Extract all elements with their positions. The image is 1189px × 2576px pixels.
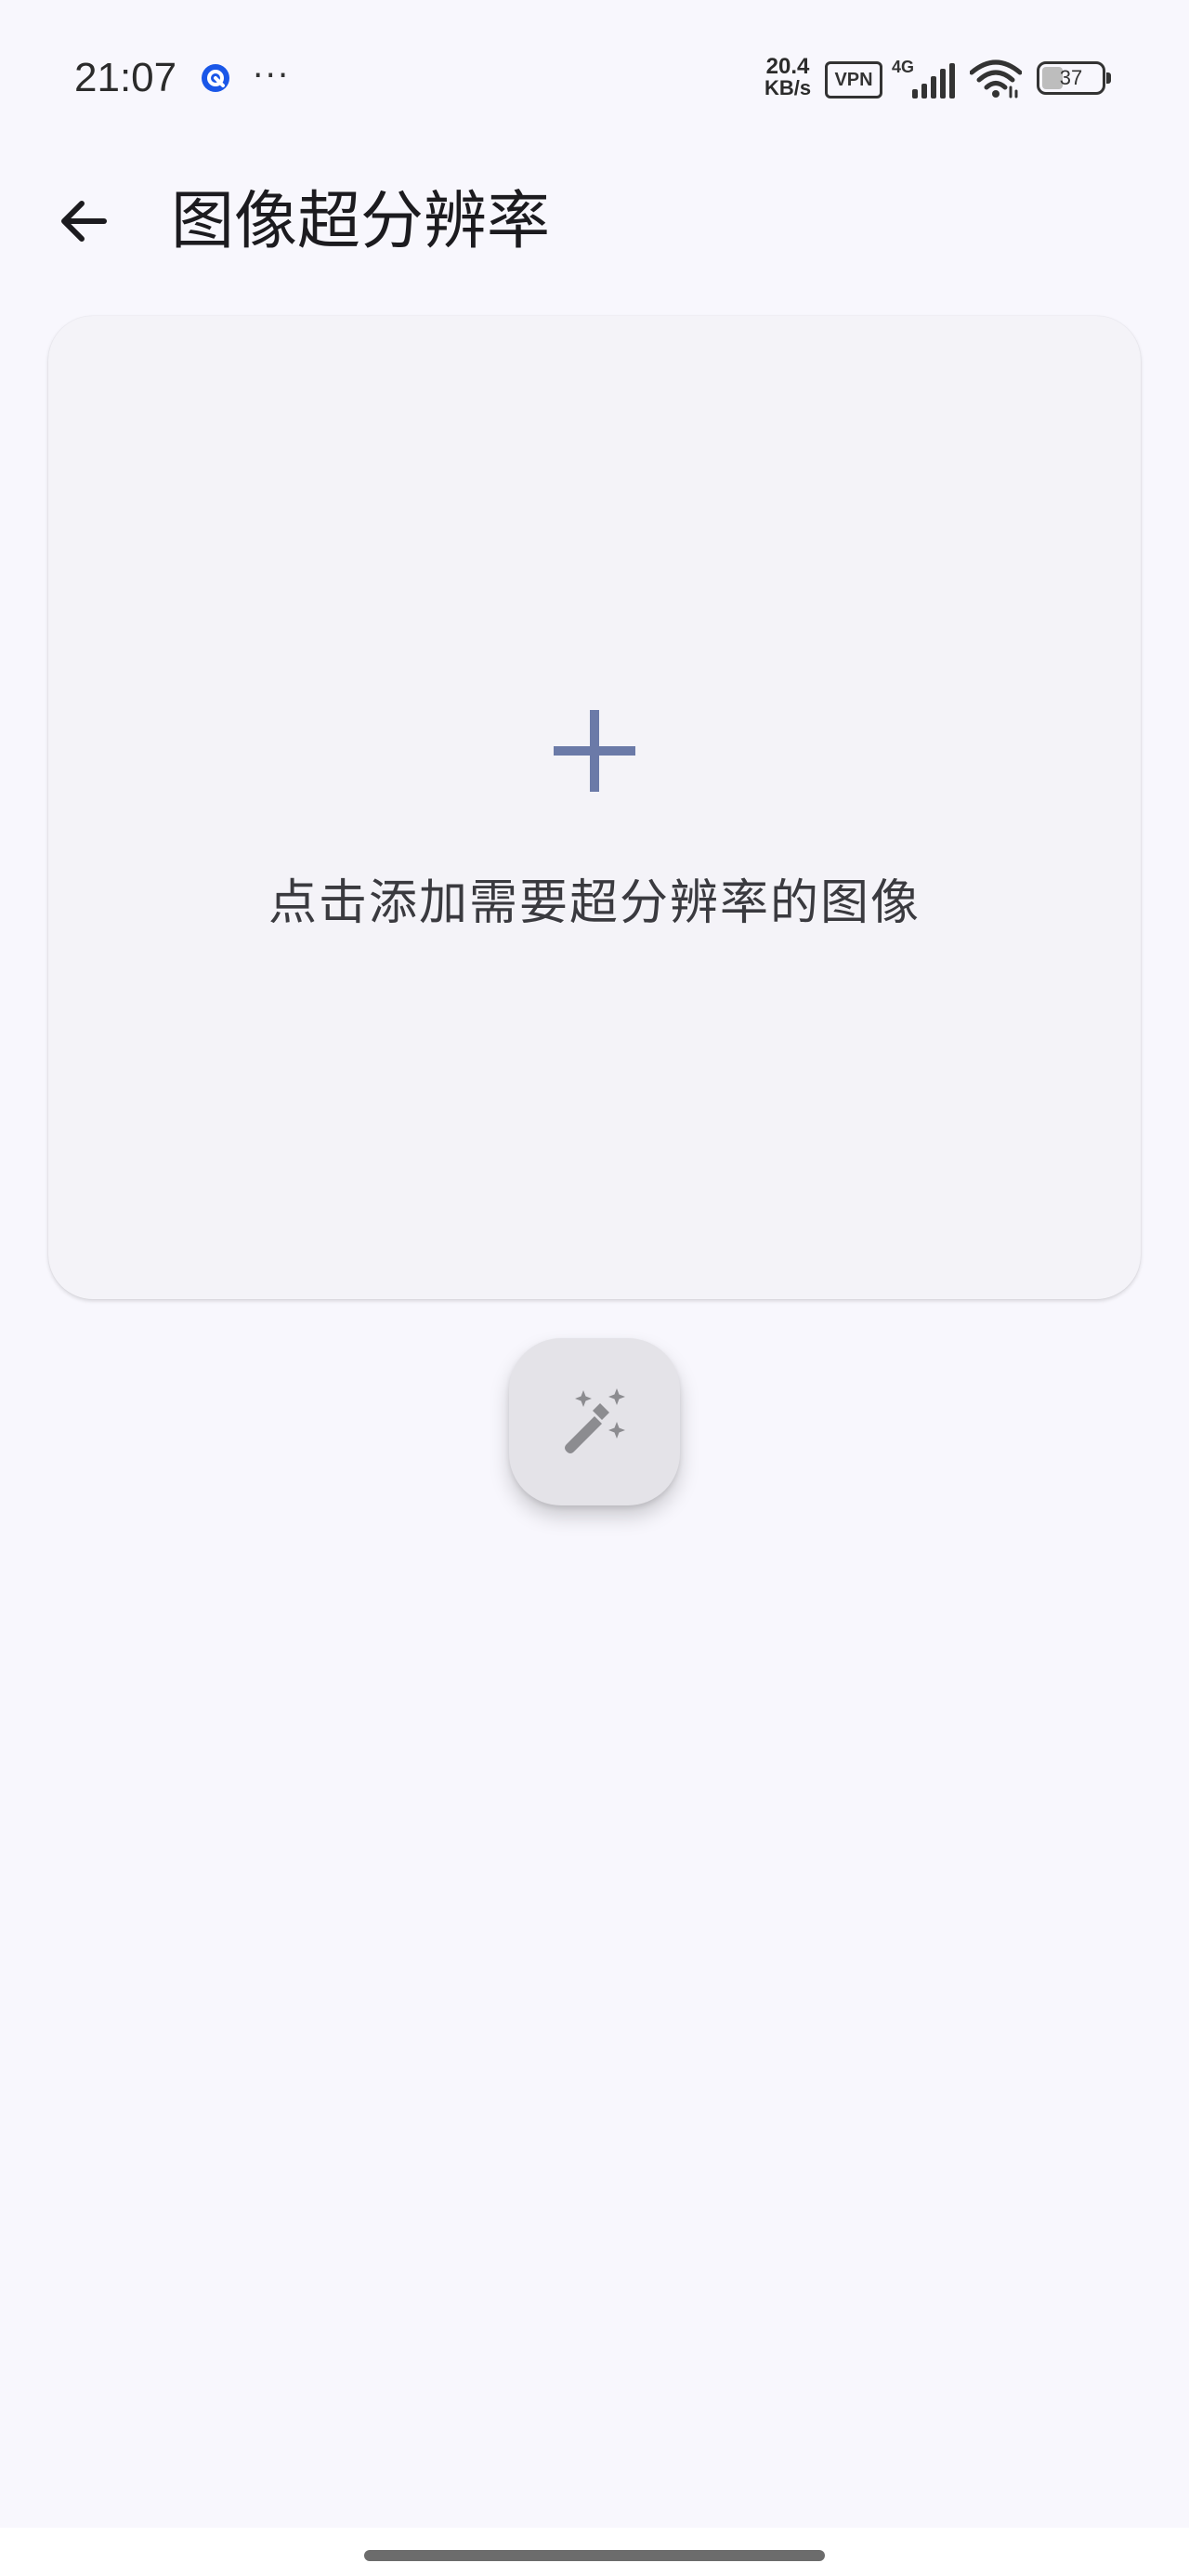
network-speed-unit: KB/s [764,76,812,99]
signal-icon [912,63,955,99]
arrow-back-icon [61,201,107,242]
gesture-navigation-area [0,2528,1189,2576]
add-image-card[interactable]: 点击添加需要超分辨率的图像 [48,316,1141,1299]
app-bar: 图像超分辨率 [0,149,1189,290]
cellular-status: 4G [892,58,959,100]
wifi-icon [969,59,1023,102]
battery-level: 37 [1059,66,1083,89]
status-bar: 21:07 ··· 20.4 KB/s VPN 4G 37 [0,0,1189,149]
vpn-badge: VPN [825,61,882,99]
app-notification-icon [201,63,230,97]
status-time: 21:07 [74,55,177,100]
magic-wand-icon [565,1388,625,1453]
add-icon [550,706,639,799]
gesture-handle[interactable] [364,2550,825,2561]
battery-icon: 37 [1037,61,1111,95]
network-speed: 20.4 KB/s [758,56,817,99]
upload-hint: 点击添加需要超分辨率的图像 [268,875,921,931]
network-speed-value: 20.4 [765,54,810,79]
enhance-button[interactable] [509,1338,680,1505]
page-title: 图像超分辨率 [171,185,551,258]
back-button[interactable] [37,175,130,268]
more-dots-icon: ··· [253,57,291,95]
